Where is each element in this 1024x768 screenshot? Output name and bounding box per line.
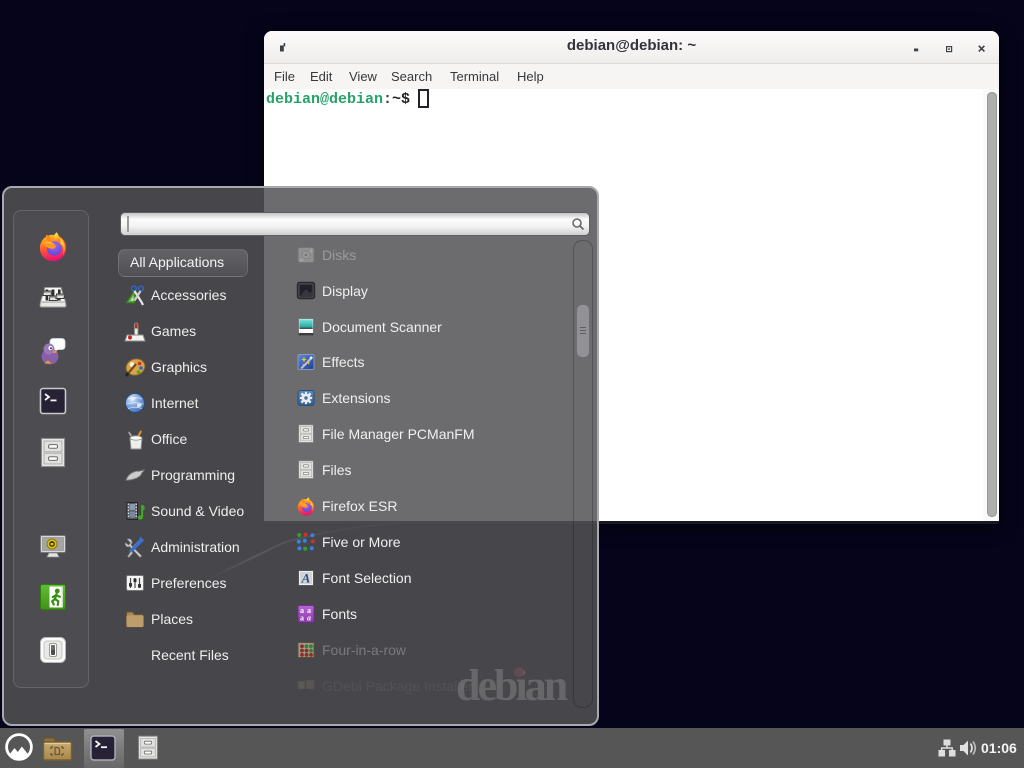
svg-text:a: a (300, 614, 304, 623)
svg-text:a: a (307, 614, 311, 623)
svg-text:A: A (301, 571, 311, 586)
